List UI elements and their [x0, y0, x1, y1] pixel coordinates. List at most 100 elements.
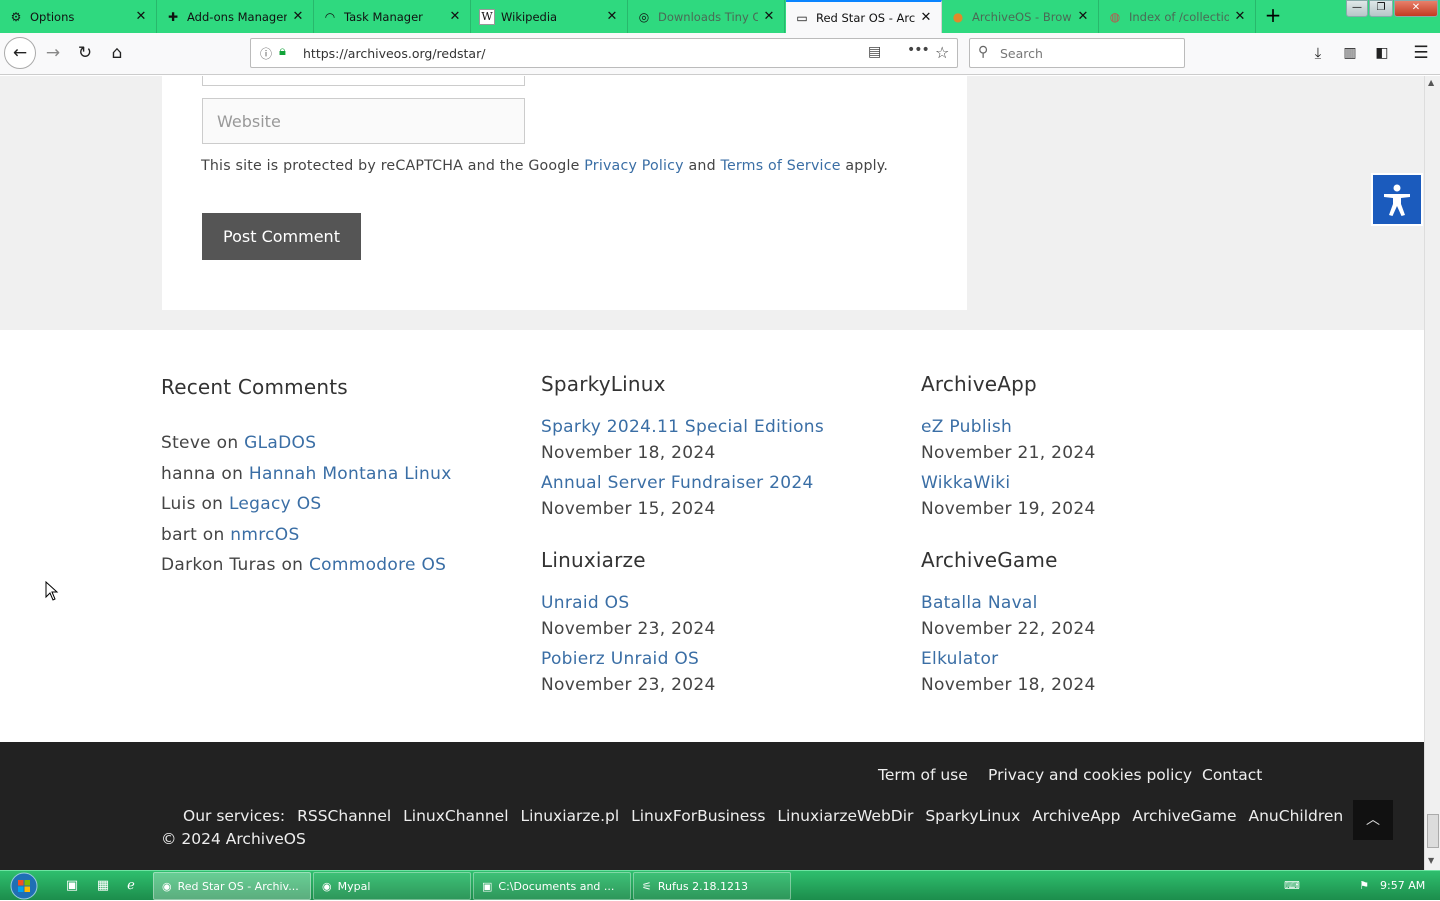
reload-button[interactable]: ↻ [70, 38, 100, 68]
close-icon[interactable]: ✕ [605, 9, 619, 24]
close-icon[interactable]: ✕ [762, 9, 776, 24]
comment-post-link[interactable]: Hannah Montana Linux [249, 464, 452, 484]
service-link[interactable]: ArchiveGame [1132, 807, 1236, 825]
taskbar: ▣ ▦ ℯ ◉ Red Star OS - Archiv... ◉ Mypal … [0, 870, 1440, 900]
show-desktop-icon[interactable]: ▣ [63, 877, 81, 895]
archiveapp-post-link[interactable]: eZ Publish [921, 417, 1012, 437]
service-link[interactable]: ArchiveApp [1032, 807, 1120, 825]
system-clock[interactable]: 9:57 AM [1380, 879, 1425, 892]
tab-strip: ⚙ Options ✕ ✚ Add-ons Manager ✕ ◠ Task M… [0, 0, 1440, 33]
archivegame-post-link[interactable]: Batalla Naval [921, 593, 1038, 613]
archivegame-post-link[interactable]: Elkulator [921, 649, 998, 669]
sparkylinux-title: SparkyLinux [541, 372, 666, 396]
service-link[interactable]: LinuxiarzeWebDir [777, 807, 913, 825]
downloads-button[interactable]: ⤓ [1303, 38, 1333, 68]
taskbar-window-rufus[interactable]: ⚟ Rufus 2.18.1213 [633, 872, 791, 900]
taskbar-window-red-star[interactable]: ◉ Red Star OS - Archiv... [153, 872, 311, 900]
library-button[interactable]: ▥ [1335, 38, 1365, 68]
tab-red-star-os[interactable]: ▭ Red Star OS - Archi ✕ [786, 0, 942, 33]
list-item: bart on nmrcOS [161, 525, 300, 545]
keyboard-icon[interactable]: ⌨ [1283, 877, 1301, 895]
email-field[interactable] [202, 76, 525, 86]
close-window-button[interactable]: ✕ [1394, 0, 1438, 17]
taskbar-window-mypal[interactable]: ◉ Mypal [313, 872, 471, 900]
quicklaunch-app-icon[interactable]: ▦ [94, 877, 112, 895]
home-button[interactable]: ⌂ [102, 38, 132, 68]
tab-options[interactable]: ⚙ Options ✕ [0, 0, 157, 33]
website-field[interactable]: Website [202, 98, 525, 144]
tab-archiveos-browse[interactable]: ● ArchiveOS - Brows ✕ [942, 0, 1099, 33]
info-icon[interactable]: ⓘ [260, 45, 272, 62]
linuxiarze-title: Linuxiarze [541, 548, 646, 572]
linuxiarze-post-link[interactable]: Pobierz Unraid OS [541, 649, 699, 669]
comment-on: on [281, 555, 304, 575]
minimize-button[interactable]: — [1346, 0, 1368, 17]
service-link[interactable]: Linuxiarze.pl [520, 807, 619, 825]
linuxiarze-post-link[interactable]: Unraid OS [541, 593, 629, 613]
sparkylinux-post-link[interactable]: Annual Server Fundraiser 2024 [541, 473, 814, 493]
new-tab-button[interactable]: + [1262, 5, 1284, 27]
library-icon: ▥ [1343, 45, 1357, 61]
back-button[interactable]: ← [4, 37, 36, 69]
gauge-icon: ◠ [324, 9, 336, 24]
forward-button[interactable]: → [38, 38, 68, 68]
post-date: November 15, 2024 [541, 499, 716, 519]
scroll-to-top-button[interactable]: ︿ [1353, 800, 1393, 840]
comment-post-link[interactable]: Commodore OS [309, 555, 446, 575]
page-actions-icon[interactable]: ••• [907, 42, 930, 58]
archiveapp-post-link[interactable]: WikkaWiki [921, 473, 1010, 493]
close-icon[interactable]: ✕ [919, 10, 933, 25]
page-scrollbar[interactable]: ▲ ▼ [1424, 76, 1440, 870]
comment-form: Website This site is protected by reCAPT… [162, 76, 967, 310]
sidebar-icon: ◧ [1375, 45, 1389, 61]
service-link[interactable]: LinuxForBusiness [631, 807, 765, 825]
tab-index-of-collection[interactable]: ◍ Index of /collectio ✕ [1099, 0, 1256, 33]
tab-addons-manager[interactable]: ✚ Add-ons Manager ✕ [157, 0, 314, 33]
search-input[interactable]: ⚲ Search [969, 38, 1185, 68]
tab-wikipedia[interactable]: W Wikipedia ✕ [471, 0, 628, 33]
comment-post-link[interactable]: GLaDOS [244, 433, 316, 453]
taskbar-window-7zip[interactable]: ▣ C:\Documents and ... [473, 872, 631, 900]
service-link[interactable]: LinuxChannel [403, 807, 508, 825]
search-icon: ⚲ [978, 44, 989, 60]
tab-task-manager[interactable]: ◠ Task Manager ✕ [314, 0, 471, 33]
contact-link[interactable]: Contact [1202, 766, 1262, 784]
comment-post-link[interactable]: Legacy OS [229, 494, 322, 514]
close-icon[interactable]: ✕ [448, 9, 462, 24]
comment-post-link[interactable]: nmrcOS [230, 525, 299, 545]
reload-icon: ↻ [77, 43, 93, 63]
term-of-use-link[interactable]: Term of use [878, 766, 968, 784]
tab-label: Options [30, 9, 75, 24]
recaptcha-suffix: apply. [845, 158, 889, 174]
close-icon[interactable]: ✕ [291, 9, 305, 24]
tab-downloads[interactable]: ◎ Downloads Tiny C ✕ [628, 0, 785, 33]
service-link[interactable]: SparkyLinux [925, 807, 1020, 825]
close-icon[interactable]: ✕ [1233, 9, 1247, 24]
close-icon[interactable]: ✕ [134, 9, 148, 24]
scrollbar-thumb[interactable] [1427, 814, 1439, 848]
url-bar[interactable]: ⓘ 🔒︎ https://archiveos.org/redstar/ ▤ ••… [250, 38, 958, 68]
restore-button[interactable]: ❐ [1369, 0, 1393, 17]
url-text[interactable]: https://archiveos.org/redstar/ [303, 46, 485, 61]
menu-button[interactable]: ☰ [1406, 38, 1436, 68]
service-link[interactable]: AnuChildren [1249, 807, 1344, 825]
service-link[interactable]: RSSChannel [297, 807, 391, 825]
privacy-policy-link[interactable]: Privacy Policy [584, 158, 684, 174]
lock-icon[interactable]: 🔒︎ [279, 44, 286, 59]
privacy-cookies-link[interactable]: Privacy and cookies policy [988, 766, 1192, 784]
reader-view-icon[interactable]: ▤ [868, 44, 881, 60]
arrow-left-icon: ← [12, 43, 28, 63]
start-button[interactable] [4, 871, 44, 901]
usb-icon: ⚟ [642, 879, 652, 893]
scroll-down-arrow-icon[interactable]: ▼ [1428, 856, 1434, 865]
sparkylinux-post-link[interactable]: Sparky 2024.11 Special Editions [541, 417, 824, 437]
post-comment-button[interactable]: Post Comment [202, 213, 361, 260]
internet-explorer-icon[interactable]: ℯ [122, 877, 140, 895]
scroll-up-arrow-icon[interactable]: ▲ [1428, 78, 1434, 87]
sidebar-button[interactable]: ◧ [1367, 38, 1397, 68]
bookmark-star-icon[interactable]: ☆ [935, 43, 949, 62]
terms-of-service-link[interactable]: Terms of Service [721, 158, 841, 174]
close-icon[interactable]: ✕ [1076, 9, 1090, 24]
network-icon[interactable]: ⚑ [1355, 877, 1373, 895]
accessibility-button[interactable] [1371, 173, 1423, 226]
